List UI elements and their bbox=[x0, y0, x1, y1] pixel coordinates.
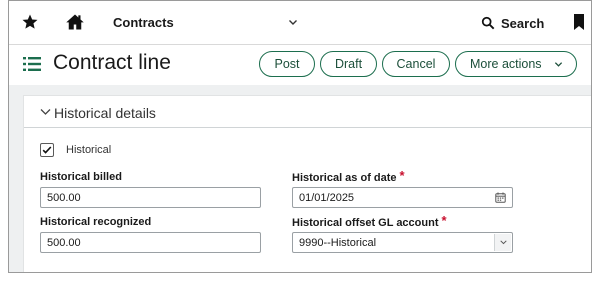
checkmark-icon bbox=[42, 146, 52, 154]
more-actions-button[interactable]: More actions bbox=[455, 51, 577, 77]
calendar-icon[interactable] bbox=[495, 192, 506, 203]
search-icon bbox=[481, 16, 495, 30]
historical-billed-label: Historical billed bbox=[40, 171, 122, 183]
required-mark: * bbox=[399, 168, 405, 183]
historical-billed-field[interactable]: 500.00 bbox=[40, 187, 261, 208]
section-header[interactable]: Historical details bbox=[24, 96, 591, 128]
historical-checkbox-label: Historical bbox=[66, 144, 112, 156]
draft-button[interactable]: Draft bbox=[320, 51, 377, 77]
home-icon[interactable] bbox=[65, 12, 85, 32]
chevron-down-icon bbox=[40, 109, 51, 115]
bookmark-icon[interactable] bbox=[573, 13, 585, 31]
app-title[interactable]: Contracts bbox=[113, 15, 174, 30]
historical-offset-gl-value: 9990--Historical bbox=[299, 237, 377, 249]
historical-checkbox[interactable] bbox=[40, 143, 54, 157]
historical-recognized-label: Historical recognized bbox=[40, 216, 152, 228]
content-area: Historical details Historical Historical… bbox=[9, 85, 591, 272]
search-label: Search bbox=[501, 15, 545, 31]
chevron-down-icon bbox=[554, 61, 562, 67]
historical-offset-gl-label-text: Historical offset GL account bbox=[292, 217, 439, 229]
historical-billed-value: 500.00 bbox=[47, 192, 81, 204]
page-title: Contract line bbox=[53, 51, 171, 74]
historical-details-card: Historical details Historical Historical… bbox=[23, 95, 591, 272]
post-button[interactable]: Post bbox=[259, 51, 315, 77]
historical-offset-gl-label: Historical offset GL account * bbox=[292, 213, 447, 229]
more-actions-label: More actions bbox=[470, 57, 542, 71]
historical-recognized-value: 500.00 bbox=[47, 237, 81, 249]
historical-as-of-date-label: Historical as of date * bbox=[292, 168, 405, 184]
list-menu-icon[interactable] bbox=[23, 56, 41, 72]
historical-as-of-date-label-text: Historical as of date bbox=[292, 172, 397, 184]
app-window: Contracts Search Contract line Post Draf… bbox=[8, 0, 592, 273]
historical-as-of-date-value: 01/01/2025 bbox=[299, 192, 355, 204]
required-mark: * bbox=[441, 213, 447, 228]
chevron-down-icon bbox=[499, 240, 507, 245]
cancel-button[interactable]: Cancel bbox=[382, 51, 450, 77]
top-nav: Contracts Search bbox=[9, 1, 591, 45]
historical-as-of-date-field[interactable]: 01/01/2025 bbox=[292, 187, 513, 208]
star-icon[interactable] bbox=[21, 13, 39, 31]
chevron-down-icon[interactable] bbox=[287, 16, 299, 28]
page-header: Contract line Post Draft Cancel More act… bbox=[9, 45, 591, 85]
historical-recognized-field[interactable]: 500.00 bbox=[40, 232, 261, 253]
section-title: Historical details bbox=[54, 105, 156, 121]
dropdown-toggle[interactable] bbox=[494, 234, 511, 251]
historical-offset-gl-select[interactable]: 9990--Historical bbox=[292, 232, 513, 253]
search-button[interactable]: Search bbox=[481, 13, 544, 33]
